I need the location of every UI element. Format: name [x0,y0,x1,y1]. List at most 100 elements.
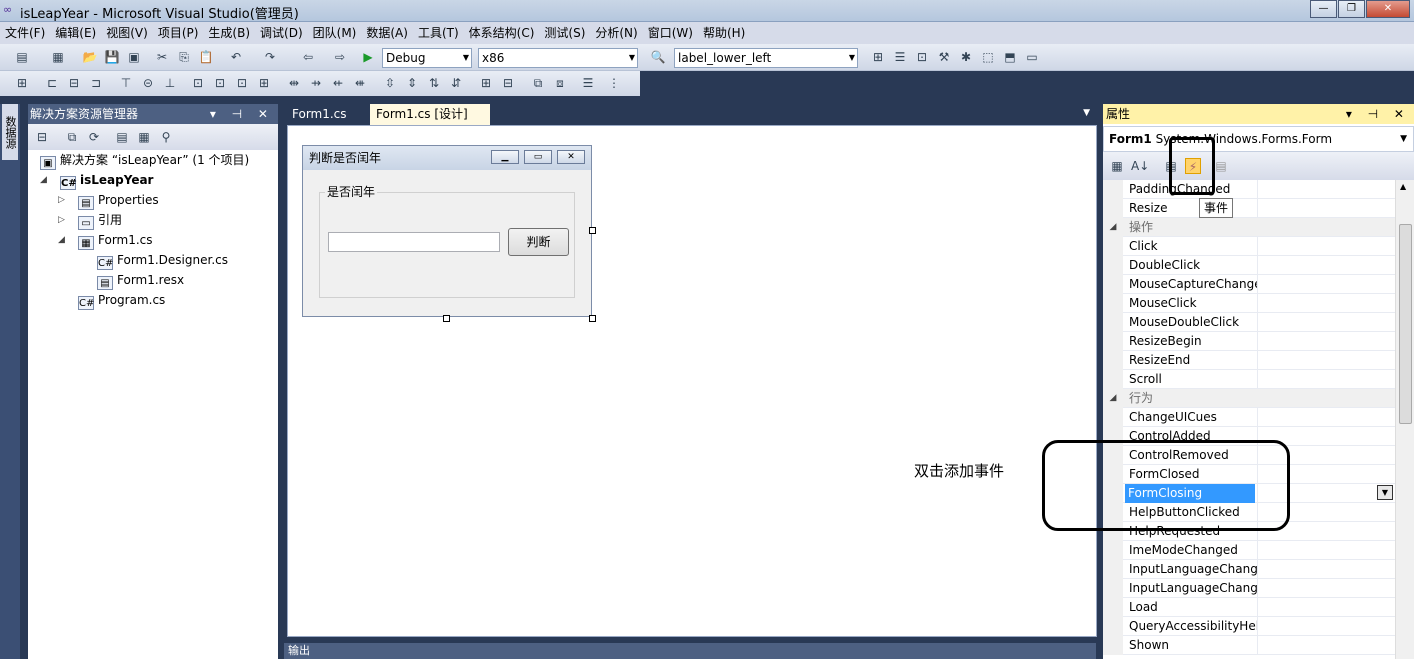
alphabetical-icon[interactable]: A↓ [1131,158,1149,174]
view-code-icon[interactable]: ▤ [114,129,130,145]
menu-item-4[interactable]: 生成(B) [203,22,255,44]
tree-node-references[interactable]: ▷ ▭ 引用 [58,211,122,230]
property-row[interactable]: DoubleClick [1103,256,1395,275]
property-row[interactable]: PaddingChanged [1103,180,1395,199]
property-value[interactable] [1257,294,1395,313]
add-item-icon[interactable]: ▦ [50,49,66,65]
decrease-vertical-spacing-icon[interactable]: ⇅ [426,75,442,91]
menu-item-10[interactable]: 测试(S) [539,22,590,44]
tree-node-form1-designer[interactable]: C# Form1.Designer.cs [97,251,228,270]
property-value[interactable] [1257,199,1395,218]
menu-item-11[interactable]: 分析(N) [590,22,642,44]
increase-horizontal-spacing-icon[interactable]: ⇸ [308,75,324,91]
tree-node-solution[interactable]: ▣ 解决方案 “isLeapYear” (1 个项目) [40,151,249,170]
property-row[interactable]: MouseCaptureChanged [1103,275,1395,294]
tab-dropdown-icon[interactable]: ▼ [1083,108,1090,118]
new-project-icon[interactable]: ▤ [14,49,30,65]
menu-item-8[interactable]: 工具(T) [413,22,464,44]
menu-item-2[interactable]: 视图(V) [101,22,153,44]
property-value[interactable] [1257,636,1395,655]
property-value[interactable] [1257,351,1395,370]
copy-icon[interactable]: ⎘ [176,49,192,65]
make-same-height-icon[interactable]: ⊡ [212,75,228,91]
collapse-icon[interactable]: ◢ [58,231,65,249]
align-middles-icon[interactable]: ⊝ [140,75,156,91]
designed-form[interactable]: 判断是否闰年 ▁ ▭ ✕ 是否闰年 判断 [302,145,592,317]
property-value[interactable] [1257,313,1395,332]
property-row[interactable]: InputLanguageChanged [1103,560,1395,579]
lock-controls-icon[interactable]: ⋮ [606,75,622,91]
object-selector[interactable]: Form1 System.Windows.Forms.Form ▼ [1103,126,1414,152]
property-value[interactable] [1257,579,1395,598]
platform-dropdown[interactable]: x86 ▼ [478,48,638,68]
remove-vertical-spacing-icon[interactable]: ⇵ [448,75,464,91]
resize-handle-corner[interactable] [589,315,596,322]
menu-item-9[interactable]: 体系结构(C) [464,22,540,44]
resize-handle-right[interactable] [589,227,596,234]
center-vertically-icon[interactable]: ⊟ [500,75,516,91]
toolbox-icon[interactable]: ⚒ [936,49,952,65]
property-row[interactable]: InputLanguageChanging [1103,579,1395,598]
property-value[interactable] [1257,408,1395,427]
output-panel-header[interactable]: 输出 [284,643,1096,659]
menu-item-7[interactable]: 数据(A) [361,22,413,44]
tree-node-project[interactable]: ◢ C# isLeapYear [40,171,153,190]
find-combo[interactable]: label_lower_left ▼ [674,48,858,68]
tab-order-icon[interactable]: ☰ [580,75,596,91]
property-row[interactable]: QueryAccessibilityHelp [1103,617,1395,636]
send-to-back-icon[interactable]: ⧈ [552,75,568,91]
categorized-icon[interactable]: ▦ [1109,158,1125,174]
property-row[interactable]: Scroll [1103,370,1395,389]
event-dropdown-button[interactable]: ▼ [1377,485,1393,500]
close-button[interactable]: ✕ [1366,0,1410,18]
minimize-button[interactable]: — [1310,0,1337,18]
property-row[interactable]: ChangeUICues [1103,408,1395,427]
property-row[interactable]: ImeModeChanged [1103,541,1395,560]
start-page-icon[interactable]: ⬚ [980,49,996,65]
property-row[interactable]: MouseClick [1103,294,1395,313]
paste-icon[interactable]: 📋 [198,49,214,65]
property-value[interactable] [1257,617,1395,636]
property-grid-scrollbar[interactable]: ▲ [1395,180,1414,659]
panel-pin-buttons[interactable]: ▾ ⊣ ✕ [1346,104,1410,124]
collapse-icon[interactable]: ◢ [1103,218,1123,237]
align-bottoms-icon[interactable]: ⊥ [162,75,178,91]
property-pages-icon[interactable]: ▤ [1213,158,1229,174]
menu-item-13[interactable]: 帮助(H) [698,22,750,44]
property-value[interactable] [1257,370,1395,389]
menu-item-6[interactable]: 团队(M) [308,22,362,44]
show-all-files-icon[interactable]: ⧉ [64,129,80,145]
save-all-icon[interactable]: ▣ [126,49,142,65]
menu-item-0[interactable]: 文件(F) [0,22,50,44]
make-same-size-icon[interactable]: ⊡ [234,75,250,91]
panel-pin-buttons[interactable]: ▾ ⊣ ✕ [210,104,274,124]
align-centers-icon[interactable]: ⊟ [66,75,82,91]
configuration-dropdown[interactable]: Debug ▼ [382,48,472,68]
align-lefts-icon[interactable]: ⊏ [44,75,60,91]
tree-node-form1-resx[interactable]: ▤ Form1.resx [97,271,184,290]
tree-node-properties[interactable]: ▷ ▤ Properties [58,191,159,210]
property-value[interactable] [1257,237,1395,256]
menu-item-1[interactable]: 编辑(E) [50,22,101,44]
size-to-grid-icon[interactable]: ⊞ [256,75,272,91]
undo-icon[interactable]: ↶ [228,49,244,65]
property-row[interactable]: Click [1103,237,1395,256]
data-sources-tab[interactable]: 数据源 [2,104,18,160]
property-row[interactable]: MouseDoubleClick [1103,313,1395,332]
increase-vertical-spacing-icon[interactable]: ⇕ [404,75,420,91]
start-debugging-icon[interactable]: ▶ [360,49,376,65]
align-to-grid-icon[interactable]: ⊞ [14,75,30,91]
collapse-icon[interactable]: ◢ [40,171,47,189]
align-tops-icon[interactable]: ⊤ [118,75,134,91]
scrollbar-thumb[interactable] [1399,224,1412,424]
property-row[interactable]: ResizeBegin [1103,332,1395,351]
property-row[interactable]: ResizeEnd [1103,351,1395,370]
object-browser-icon[interactable]: ⊡ [914,49,930,65]
navigate-forward-icon[interactable]: ⇨ [332,49,348,65]
tab-form1-code[interactable]: Form1.cs [286,104,353,125]
property-value[interactable] [1257,560,1395,579]
navigate-backward-icon[interactable]: ⇦ [300,49,316,65]
property-value[interactable] [1257,180,1395,199]
tab-form1-design[interactable]: Form1.cs [设计] ✕ [370,104,490,142]
redo-icon[interactable]: ↷ [262,49,278,65]
